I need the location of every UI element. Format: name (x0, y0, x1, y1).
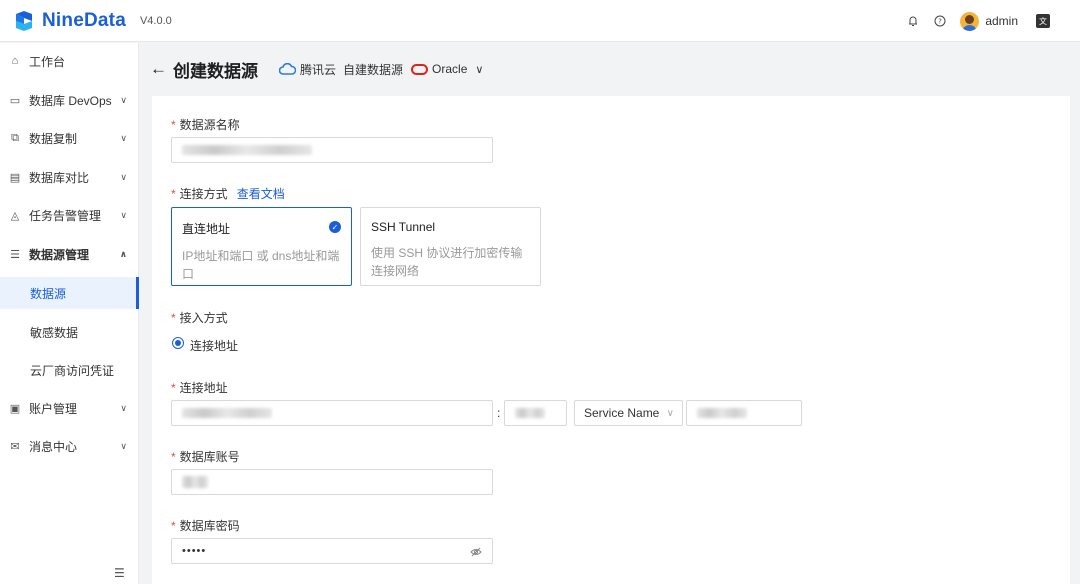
sidebar-item-label: 数据库 DevOps (29, 93, 112, 108)
chevron-down-icon: ∨ (120, 132, 127, 143)
back-arrow-icon[interactable]: ← (150, 59, 167, 79)
bell-icon[interactable] (906, 14, 920, 28)
sidebar-item-compare[interactable]: ▤ 数据库对比 ∨ (0, 162, 139, 192)
mail-icon: ✉ (10, 440, 20, 453)
chevron-down-icon: ∨ (120, 209, 127, 220)
app-name: NineData (42, 9, 126, 31)
access-option-label: 连接地址 (190, 339, 239, 353)
option-title: 直连地址 (182, 222, 231, 236)
copy-icon: ⧉ (11, 131, 19, 144)
account-label: * 数据库账号 (171, 450, 240, 464)
service-name-input[interactable] (686, 400, 802, 426)
compare-icon: ▤ (9, 171, 21, 184)
view-docs-link[interactable]: 查看文档 (237, 187, 285, 201)
tencent-cloud-icon (278, 62, 297, 75)
language-icon[interactable]: 文 (1036, 14, 1050, 28)
oracle-icon (411, 63, 429, 75)
sidebar-item-label: 账户管理 (29, 401, 78, 416)
sidebar-item-label: 云厂商访问凭证 (30, 363, 115, 378)
conn-method-label: * 连接方式 查看文档 (171, 187, 285, 201)
sidebar-item-label: 工作台 (29, 54, 66, 69)
logo[interactable]: NineData (12, 9, 126, 33)
password-value: ••••• (182, 545, 207, 557)
username[interactable]: admin (985, 14, 1018, 28)
sidebar-item-label: 数据库对比 (29, 170, 90, 185)
option-ssh-tunnel[interactable]: SSH Tunnel 使用 SSH 协议进行加密传输连接网络 (360, 207, 541, 286)
chevron-down-icon: ∨ (120, 402, 127, 413)
host-input[interactable] (171, 400, 493, 426)
redacted-value (515, 408, 545, 418)
sidebar-item-label: 敏感数据 (30, 325, 79, 340)
password-label: * 数据库密码 (171, 519, 240, 533)
sidebar-item-label: 数据复制 (29, 131, 78, 146)
account-input[interactable] (171, 469, 493, 495)
redacted-value (182, 408, 272, 418)
cloud-label: 腾讯云 (300, 62, 337, 77)
name-label: * 数据源名称 (171, 118, 240, 132)
top-header: NineData V4.0.0 ? admin 文 (0, 0, 1080, 42)
sidebar-item-workbench[interactable]: ⌂ 工作台 (0, 46, 139, 76)
access-radio[interactable] (172, 337, 184, 349)
sidebar-item-label: 数据源 (30, 286, 67, 301)
redacted-value (182, 145, 312, 155)
svg-text:?: ? (938, 18, 942, 26)
sidebar-item-replication[interactable]: ⧉ 数据复制 ∨ (0, 123, 139, 153)
sidebar-item-account[interactable]: ▣ 账户管理 ∨ (0, 393, 139, 423)
check-icon: ✓ (329, 221, 341, 233)
chevron-down-icon: ∨ (120, 440, 127, 451)
chevron-up-icon: ∧ (119, 248, 127, 259)
service-type-select[interactable]: Service Name ∨ (574, 400, 683, 426)
sidebar-item-devops[interactable]: ▭ 数据库 DevOps ∨ (0, 85, 139, 115)
db-type-label[interactable]: Oracle (432, 62, 467, 76)
redacted-value (697, 408, 747, 418)
name-input[interactable] (171, 137, 493, 163)
option-direct[interactable]: 直连地址 IP地址和端口 或 dns地址和端口 ✓ (171, 207, 352, 286)
option-desc: IP地址和端口 或 dns地址和端口 (182, 249, 340, 281)
source-type-label: 自建数据源 (343, 62, 404, 77)
sidebar-item-cloud-credential[interactable]: 云厂商访问凭证 (0, 354, 139, 386)
sidebar-item-sensitive-data[interactable]: 敏感数据 (0, 316, 139, 348)
option-desc: 使用 SSH 协议进行加密传输连接网络 (371, 246, 523, 278)
sidebar-item-label: 数据源管理 (29, 247, 90, 262)
home-icon: ⌂ (11, 55, 19, 67)
sidebar-item-messages[interactable]: ✉ 消息中心 ∨ (0, 431, 139, 461)
chevron-down-icon: ∨ (666, 407, 674, 419)
account-icon: ▣ (9, 402, 21, 415)
page-header: ← 创建数据源 腾讯云 自建数据源 Oracle ∨ (150, 54, 483, 84)
address-label: * 连接地址 (171, 381, 228, 395)
chevron-down-icon: ∨ (120, 94, 127, 105)
sidebar-item-datasource[interactable]: 数据源 (0, 277, 139, 309)
version-label: V4.0.0 (139, 14, 172, 27)
page-title: 创建数据源 (173, 61, 258, 81)
chevron-down-icon[interactable]: ∨ (475, 63, 483, 76)
address-colon: : (497, 406, 501, 420)
alarm-icon: ◬ (10, 209, 20, 222)
sidebar-item-label: 消息中心 (29, 439, 78, 454)
access-label: * 接入方式 (171, 311, 228, 325)
option-title: SSH Tunnel (371, 220, 436, 234)
datasource-icon: ☰ (10, 248, 20, 261)
monitor-icon: ▭ (9, 94, 21, 107)
sidebar: ⌂ 工作台 ▭ 数据库 DevOps ∨ ⧉ 数据复制 ∨ ▤ 数据库对比 ∨ … (0, 43, 139, 584)
chevron-down-icon: ∨ (120, 171, 127, 182)
collapse-sidebar-icon[interactable]: ☰ (114, 566, 125, 580)
avatar[interactable] (960, 11, 980, 31)
help-icon[interactable]: ? (933, 14, 947, 28)
sidebar-item-datasource-mgmt[interactable]: ☰ 数据源管理 ∧ (0, 239, 139, 269)
sidebar-item-label: 任务告警管理 (29, 208, 102, 223)
ninedata-logo-icon (12, 9, 36, 33)
password-input[interactable]: ••••• (171, 538, 493, 564)
sidebar-item-alarm[interactable]: ◬ 任务告警管理 ∨ (0, 200, 139, 230)
redacted-value (182, 476, 208, 488)
port-input[interactable] (504, 400, 567, 426)
eye-off-icon[interactable] (470, 546, 482, 557)
form-card: * 数据源名称 * 连接方式 查看文档 直连地址 IP地址和端口 或 dns地址和端口… (152, 96, 1070, 584)
